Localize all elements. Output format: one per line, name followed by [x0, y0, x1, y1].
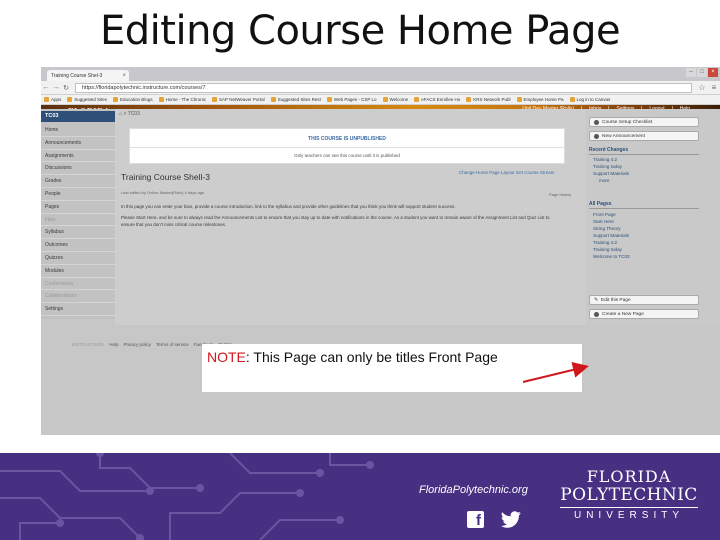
bookmark-item[interactable]: SAP NetWeaver Portal — [212, 97, 265, 102]
user-name-link[interactable]: Unit Dev Master (Rolls) — [522, 106, 574, 112]
close-icon[interactable]: × — [122, 73, 126, 79]
bookmark-item[interactable]: Suggested Sites — [67, 97, 107, 102]
window-close-icon[interactable]: × — [708, 68, 718, 77]
canvas-logo[interactable]: FLORIDA POLYTECHNIC UNIVERSITY — [49, 107, 129, 137]
bookmark-icon — [44, 97, 49, 102]
settings-link[interactable]: Settings — [608, 106, 634, 112]
browser-tab[interactable]: Training Course Shel-3 × — [47, 70, 129, 81]
footer-terms-link[interactable]: Terms of service — [156, 342, 189, 347]
bookmark-item[interactable]: Web Pages - CSP Lo — [326, 97, 377, 102]
bookmark-icon — [466, 97, 472, 102]
note-label: NOTE — [207, 349, 246, 365]
bookmark-icon — [67, 97, 73, 102]
bookmarks-bar: Apps Suggested Sites Education Blogs Home -… — [41, 95, 720, 105]
nav-courses[interactable]: Courses — [149, 137, 185, 155]
bookmark-icon — [113, 97, 119, 102]
brand-line1: FLORIDA — [586, 467, 672, 486]
note-callout: NOTE: This Page can only be titles Front… — [207, 347, 507, 368]
bookmark-icon — [569, 97, 575, 102]
canvas-header: FLORIDA POLYTECHNIC UNIVERSITY Unit Dev … — [41, 105, 720, 157]
bookmark-icon — [158, 97, 164, 102]
minimize-icon[interactable]: – — [686, 68, 696, 77]
logout-link[interactable]: Logout — [641, 106, 665, 112]
inbox-link[interactable]: Inbox — [581, 106, 601, 112]
help-link[interactable]: Help — [671, 106, 690, 112]
header-art-glow — [401, 107, 541, 155]
star-icon[interactable]: ☆ — [696, 83, 708, 92]
logo-line3: UNIVERSITY — [55, 126, 123, 132]
bookmark-item[interactable]: eFACS Enrollee Ho — [414, 97, 460, 102]
site-url[interactable]: FloridaPolytechnic.org — [419, 484, 528, 496]
bookmark-item[interactable]: Education Blogs — [113, 97, 153, 102]
bookmark-item[interactable]: Employee Home Pa — [516, 97, 564, 102]
bookmark-item[interactable]: Suggested Sites Rest — [270, 97, 321, 102]
university-brand: FLORIDA POLYTECHNIC UNIVERSITY — [556, 468, 702, 522]
url-input[interactable]: https://floridapolytechnic.instructure.c… — [75, 82, 692, 93]
nav-assignments[interactable]: Assignments — [184, 137, 231, 155]
brand-line3: UNIVERSITY — [573, 510, 684, 521]
slide: Editing Course Home Page Training Course… — [0, 0, 720, 540]
nav-calendar[interactable]: Calendar — [264, 137, 302, 155]
bookmark-icon — [212, 97, 218, 102]
bookmark-item[interactable]: Apps — [44, 97, 61, 102]
window-controls: – □ × — [686, 68, 718, 77]
bookmark-icon — [414, 97, 420, 102]
bookmark-icon — [326, 97, 332, 102]
instructure-logo: INSTRUCTURE — [72, 342, 105, 347]
browser-tabbar: Training Course Shel-3 × – □ × — [41, 67, 720, 81]
address-row: ← → ↻ https://floridapolytechnic.instruc… — [41, 81, 720, 95]
forward-icon[interactable]: → — [51, 84, 61, 91]
bookmark-icon — [516, 97, 522, 102]
main-nav: Courses Assignments Grades Calendar Libr… — [149, 137, 334, 155]
bookmark-item[interactable]: KRS Network Publ — [466, 97, 511, 102]
browser-tab-title: Training Course Shel-3 — [51, 72, 103, 79]
note-text: : This Page can only be titles Front Pag… — [245, 349, 498, 365]
user-bar: Unit Dev Master (Rolls) Inbox Settings L… — [522, 106, 690, 112]
maximize-icon[interactable]: □ — [697, 68, 707, 77]
logo-line2: POLYTECHNIC — [54, 115, 124, 125]
twitter-icon[interactable] — [499, 511, 523, 529]
bookmark-icon — [270, 97, 276, 102]
header-art-metal — [561, 115, 651, 155]
brand-line2: POLYTECHNIC — [560, 485, 698, 505]
bookmark-item[interactable]: Home - The Chronic — [158, 97, 206, 102]
facebook-icon[interactable]: f — [467, 511, 484, 528]
bookmark-item[interactable]: Welcome — [382, 97, 408, 102]
nav-grades[interactable]: Grades — [231, 137, 265, 155]
reload-icon[interactable]: ↻ — [61, 84, 71, 92]
back-icon[interactable]: ← — [41, 84, 51, 91]
nav-library[interactable]: Library — [301, 137, 334, 155]
menu-icon[interactable]: ≡ — [708, 83, 720, 92]
bookmark-item[interactable]: Log in to Canvas — [569, 97, 610, 102]
footer-privacy-link[interactable]: Privacy policy — [124, 342, 152, 347]
slide-title: Editing Course Home Page — [100, 8, 621, 54]
bookmark-icon — [382, 97, 388, 102]
footer-help-link[interactable]: Help — [109, 342, 118, 347]
